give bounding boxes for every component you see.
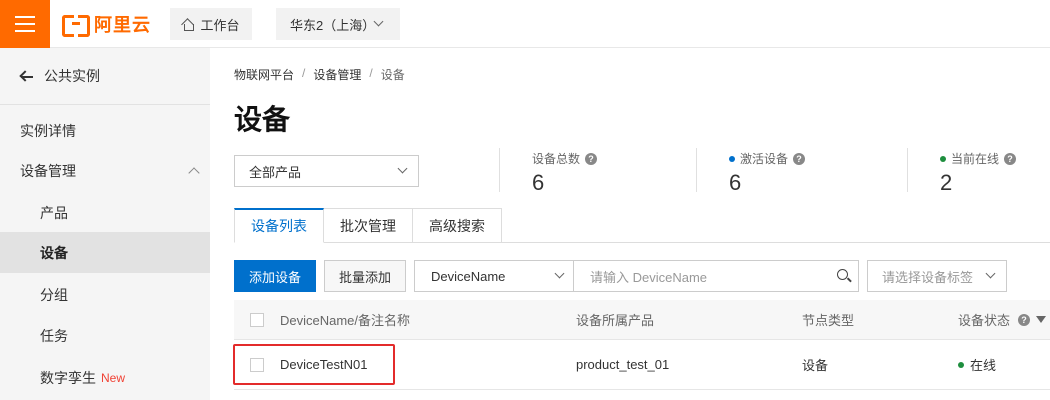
new-badge: New: [101, 370, 126, 385]
workbench-button[interactable]: 工作台: [170, 8, 252, 40]
column-header-product: 设备所属产品: [576, 313, 655, 328]
region-label: 华东2（上海）: [290, 17, 376, 33]
chevron-down-icon: [554, 268, 565, 279]
stat-total-label-text: 设备总数: [532, 152, 581, 166]
sidebar-item-label: 分组: [40, 286, 68, 303]
stat-online-label-text: 当前在线: [951, 152, 1000, 166]
batch-add-button[interactable]: 批量添加: [324, 260, 406, 292]
search-input[interactable]: 请输入 DeviceName: [573, 260, 859, 292]
sidebar-item-label: 设备: [40, 244, 68, 261]
top-navbar: 阿里云 工作台 华东2（上海）: [0, 0, 1050, 48]
sidebar-item-groups[interactable]: 分组: [0, 274, 210, 315]
stat-divider: [499, 148, 500, 192]
home-icon: [182, 19, 195, 31]
chevron-down-icon: [985, 268, 996, 279]
stat-divider: [696, 148, 697, 192]
tab-device-list[interactable]: 设备列表: [234, 208, 324, 243]
breadcrumb-separator: /: [302, 66, 306, 80]
filter-icon[interactable]: [1036, 316, 1047, 323]
help-icon[interactable]: ?: [793, 152, 806, 165]
page-title: 设备: [234, 104, 291, 135]
chevron-down-icon: [397, 163, 408, 174]
search-field-select[interactable]: DeviceName: [414, 260, 574, 292]
product-filter-value: 全部产品: [249, 164, 302, 180]
stat-online-value: 2: [940, 170, 953, 195]
table-header: DeviceName/备注名称 设备所属产品 节点类型 设备状态 ?: [234, 300, 1050, 340]
breadcrumb: 物联网平台 / 设备管理 / 设备: [234, 66, 405, 83]
tag-placeholder: 请选择设备标签: [882, 269, 974, 285]
breadcrumb-item-current: 设备: [380, 68, 405, 82]
sidebar-item-label: 实例详情: [20, 122, 76, 139]
region-selector[interactable]: 华东2（上海）: [276, 8, 400, 40]
stat-activated-label: 激活设备 ?: [729, 150, 806, 167]
status-dot-icon: [729, 155, 735, 162]
stat-activated-label-text: 激活设备: [740, 152, 789, 166]
logo-text: 阿里云: [94, 15, 151, 35]
workbench-label: 工作台: [200, 17, 240, 33]
select-all-checkbox-cell: [250, 300, 264, 339]
stat-activated-value: 6: [729, 170, 742, 195]
sidebar-item-digital-twin[interactable]: 数字孪生 New: [0, 357, 210, 398]
tab-bar: 设备列表 批次管理 高级搜索: [234, 208, 502, 243]
sidebar-item-label: 设备管理: [20, 162, 76, 179]
sidebar-item-label: 产品: [40, 204, 68, 221]
search-placeholder: 请输入 DeviceName: [590, 269, 708, 285]
product-filter-select[interactable]: 全部产品: [234, 155, 419, 187]
status-text: 在线: [970, 358, 997, 373]
select-all-checkbox[interactable]: [250, 312, 264, 327]
tab-bar-underline: [502, 242, 1050, 243]
stat-total-label: 设备总数 ?: [532, 150, 598, 167]
status-dot-icon: [940, 155, 946, 162]
hamburger-menu-icon[interactable]: [0, 0, 50, 48]
breadcrumb-separator: /: [369, 66, 373, 80]
tab-batch-management[interactable]: 批次管理: [324, 208, 413, 243]
sidebar-back-label: 公共实例: [44, 68, 100, 84]
column-header-device-name: DeviceName/备注名称: [280, 313, 411, 328]
help-icon[interactable]: ?: [1018, 313, 1031, 326]
sidebar-item-products[interactable]: 产品: [0, 192, 210, 233]
sidebar-item-instance-details[interactable]: 实例详情: [0, 110, 210, 151]
search-icon[interactable]: [837, 269, 848, 280]
stat-divider: [907, 148, 908, 192]
cell-product[interactable]: product_test_01: [576, 340, 669, 389]
device-tag-select[interactable]: 请选择设备标签: [867, 260, 1007, 292]
stat-total-value: 6: [532, 170, 545, 195]
add-device-button[interactable]: 添加设备: [234, 260, 316, 292]
sidebar-item-devices[interactable]: 设备: [0, 232, 210, 273]
column-header-status-label: 设备状态: [958, 313, 1011, 328]
sidebar-back-link[interactable]: 公共实例: [0, 48, 210, 105]
sidebar-item-label: 数字孪生: [40, 369, 96, 386]
help-icon[interactable]: ?: [585, 152, 598, 165]
column-header-node-type: 节点类型: [802, 313, 855, 328]
arrow-left-icon: [20, 70, 34, 82]
cell-node-type: 设备: [802, 358, 829, 373]
breadcrumb-item-device-management[interactable]: 设备管理: [313, 66, 361, 83]
help-icon[interactable]: ?: [1004, 152, 1017, 165]
highlight-annotation-box: [233, 344, 395, 385]
aliyun-logo-mark: [62, 14, 90, 37]
sidebar-item-tasks[interactable]: 任务: [0, 315, 210, 356]
tab-advanced-search[interactable]: 高级搜索: [413, 208, 502, 243]
status-dot-icon: [958, 361, 964, 368]
search-field-value: DeviceName: [431, 268, 506, 284]
cell-status: 在线: [958, 340, 996, 389]
sidebar-item-label: 任务: [40, 327, 68, 344]
stat-online-label: 当前在线 ?: [940, 150, 1017, 167]
sidebar-item-device-management[interactable]: 设备管理: [0, 150, 210, 191]
column-header-status: 设备状态 ?: [958, 300, 1047, 339]
aliyun-logo[interactable]: 阿里云: [62, 12, 151, 37]
sidebar: 公共实例 实例详情 设备管理 产品 设备 分组 任务 数字孪生 New: [0, 48, 210, 400]
chevron-up-icon: [188, 167, 200, 179]
breadcrumb-item-iot-platform[interactable]: 物联网平台: [234, 66, 294, 83]
